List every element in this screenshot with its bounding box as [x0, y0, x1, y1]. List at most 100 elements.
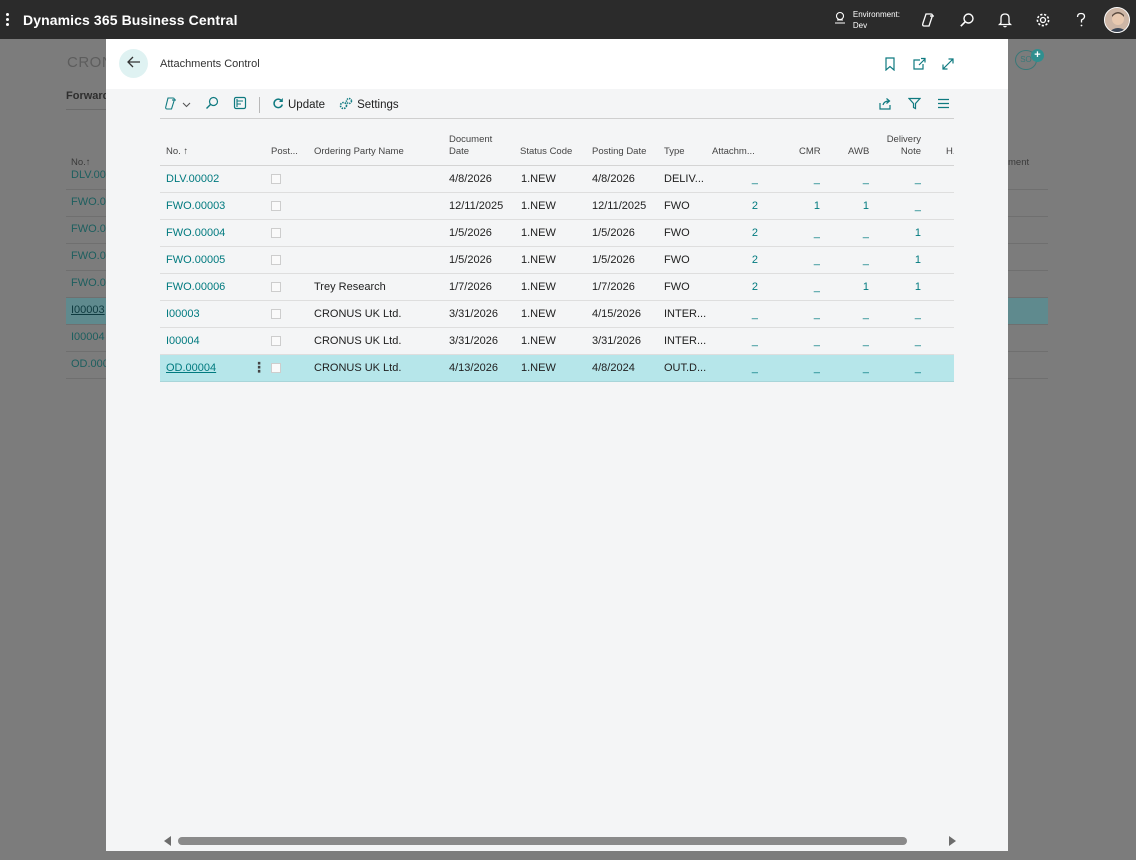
list-view-button[interactable]: [932, 93, 954, 117]
search-icon[interactable]: [948, 0, 986, 39]
cell-awb[interactable]: 1: [829, 200, 869, 212]
cell-delivery-note[interactable]: _: [881, 308, 921, 320]
bookmark-icon[interactable]: [879, 53, 900, 74]
waffle-icon[interactable]: [1, 13, 13, 26]
table-row[interactable]: FWO.00004 1/5/2026 1.NEW 1/5/2026 FWO 2 _ _ 1: [160, 220, 954, 247]
cell-awb[interactable]: _: [829, 308, 869, 320]
column-header-attachments[interactable]: Attachm...: [712, 146, 755, 158]
bell-icon[interactable]: [986, 0, 1024, 39]
cell-cmr[interactable]: _: [780, 227, 820, 239]
settings-button[interactable]: Settings: [335, 93, 403, 117]
cell-document-date: 4/8/2026: [449, 173, 492, 185]
scroll-right-arrow-icon[interactable]: [949, 836, 956, 846]
edit-list-button[interactable]: [229, 93, 251, 117]
cell-cmr[interactable]: _: [780, 362, 820, 374]
cell-attachments[interactable]: _: [720, 362, 758, 374]
posted-checkbox[interactable]: [271, 174, 281, 184]
column-header-type[interactable]: Type: [664, 146, 685, 158]
cell-no[interactable]: OD.00004: [166, 362, 246, 374]
posted-checkbox[interactable]: [271, 255, 281, 265]
cell-cmr[interactable]: _: [780, 254, 820, 266]
search-button[interactable]: [201, 93, 223, 117]
posted-checkbox[interactable]: [271, 228, 281, 238]
cell-no[interactable]: I00003: [166, 308, 246, 320]
row-menu-icon[interactable]: ⋮: [252, 360, 266, 374]
expand-icon[interactable]: [937, 53, 958, 74]
posted-checkbox[interactable]: [271, 309, 281, 319]
cell-status-code: 1.NEW: [521, 173, 556, 185]
column-header-h[interactable]: H...: [946, 146, 954, 158]
column-header-ordering-party[interactable]: Ordering Party Name: [314, 146, 404, 158]
column-header-awb[interactable]: AWB: [848, 146, 869, 158]
cell-no[interactable]: FWO.00004: [166, 227, 246, 239]
cell-awb[interactable]: _: [829, 254, 869, 266]
horizontal-scrollbar[interactable]: [162, 834, 958, 848]
cell-no[interactable]: FWO.00003: [166, 200, 246, 212]
table-row[interactable]: FWO.00003 12/11/2025 1.NEW 12/11/2025 FWO 2 1 1…: [160, 193, 954, 220]
update-button[interactable]: Update: [268, 93, 329, 117]
filter-button[interactable]: [903, 93, 925, 117]
column-header-document-date[interactable]: Document Date: [449, 134, 492, 158]
share-button[interactable]: [874, 93, 896, 117]
gear-icon[interactable]: [1024, 0, 1062, 39]
posted-checkbox[interactable]: [271, 201, 281, 211]
cell-attachments[interactable]: _: [720, 335, 758, 347]
posted-checkbox[interactable]: [271, 282, 281, 292]
cell-attachments[interactable]: 2: [720, 254, 758, 266]
cell-delivery-note[interactable]: 1: [881, 281, 921, 293]
avatar[interactable]: [1104, 6, 1130, 33]
column-header-status-code[interactable]: Status Code: [520, 146, 572, 158]
scroll-left-arrow-icon[interactable]: [164, 836, 171, 846]
cell-delivery-note[interactable]: 1: [881, 227, 921, 239]
scrollbar-thumb[interactable]: [178, 837, 907, 845]
table-row[interactable]: I00003 CRONUS UK Ltd. 3/31/2026 1.NEW 4/15/2…: [160, 301, 954, 328]
open-new-window-icon[interactable]: [908, 53, 929, 74]
posted-checkbox[interactable]: [271, 336, 281, 346]
cell-attachments[interactable]: _: [720, 173, 758, 185]
cell-no[interactable]: FWO.00006: [166, 281, 246, 293]
table-row[interactable]: I00004 CRONUS UK Ltd. 3/31/2026 1.NEW 3/31/2…: [160, 328, 954, 355]
cell-cmr[interactable]: _: [780, 308, 820, 320]
cell-delivery-note[interactable]: _: [881, 335, 921, 347]
cell-awb[interactable]: _: [829, 335, 869, 347]
back-button[interactable]: [119, 49, 148, 78]
table-row[interactable]: FWO.00006 Trey Research 1/7/2026 1.NEW 1/7/2…: [160, 274, 954, 301]
copilot-dropdown-button[interactable]: [160, 93, 195, 117]
cell-delivery-note[interactable]: _: [881, 362, 921, 374]
environment-value: Dev: [852, 20, 868, 30]
cell-attachments[interactable]: 2: [720, 200, 758, 212]
copilot-icon[interactable]: [910, 0, 948, 39]
column-header-posting-date[interactable]: Posting Date: [592, 146, 646, 158]
background-list-row-right-cell: [1008, 217, 1048, 244]
cell-cmr[interactable]: _: [780, 335, 820, 347]
column-header-posted[interactable]: Post...: [271, 146, 298, 158]
posted-checkbox[interactable]: [271, 363, 281, 373]
background-list-row-right-cell: [1008, 163, 1048, 190]
environment-indicator[interactable]: Environment: Dev: [833, 9, 900, 31]
help-icon[interactable]: [1062, 0, 1100, 39]
cell-awb[interactable]: _: [829, 362, 869, 374]
product-name[interactable]: Dynamics 365 Business Central: [23, 12, 238, 28]
table-row[interactable]: DLV.00002 4/8/2026 1.NEW 4/8/2026 DELIV... _ _…: [160, 166, 954, 193]
cell-attachments[interactable]: 2: [720, 281, 758, 293]
table-row[interactable]: FWO.00005 1/5/2026 1.NEW 1/5/2026 FWO 2 _ _ 1: [160, 247, 954, 274]
cell-no[interactable]: I00004: [166, 335, 246, 347]
cell-delivery-note[interactable]: 1: [881, 254, 921, 266]
cell-delivery-note[interactable]: _: [881, 200, 921, 212]
cell-delivery-note[interactable]: _: [881, 173, 921, 185]
cell-awb[interactable]: _: [829, 227, 869, 239]
cell-cmr[interactable]: _: [780, 281, 820, 293]
column-header-no[interactable]: No. ↑: [166, 146, 188, 158]
cell-cmr[interactable]: _: [780, 173, 820, 185]
cell-awb[interactable]: _: [829, 173, 869, 185]
column-header-delivery-note[interactable]: Delivery Note: [886, 134, 921, 158]
table-row[interactable]: OD.00004 CRONUS UK Ltd. 4/13/2026 1.NEW 4/8/…: [160, 355, 954, 382]
cell-attachments[interactable]: _: [720, 308, 758, 320]
dialog-title: Attachments Control: [160, 58, 260, 70]
cell-cmr[interactable]: 1: [780, 200, 820, 212]
cell-no[interactable]: DLV.00002: [166, 173, 246, 185]
cell-awb[interactable]: 1: [829, 281, 869, 293]
cell-attachments[interactable]: 2: [720, 227, 758, 239]
column-header-cmr[interactable]: CMR: [799, 146, 821, 158]
cell-no[interactable]: FWO.00005: [166, 254, 246, 266]
